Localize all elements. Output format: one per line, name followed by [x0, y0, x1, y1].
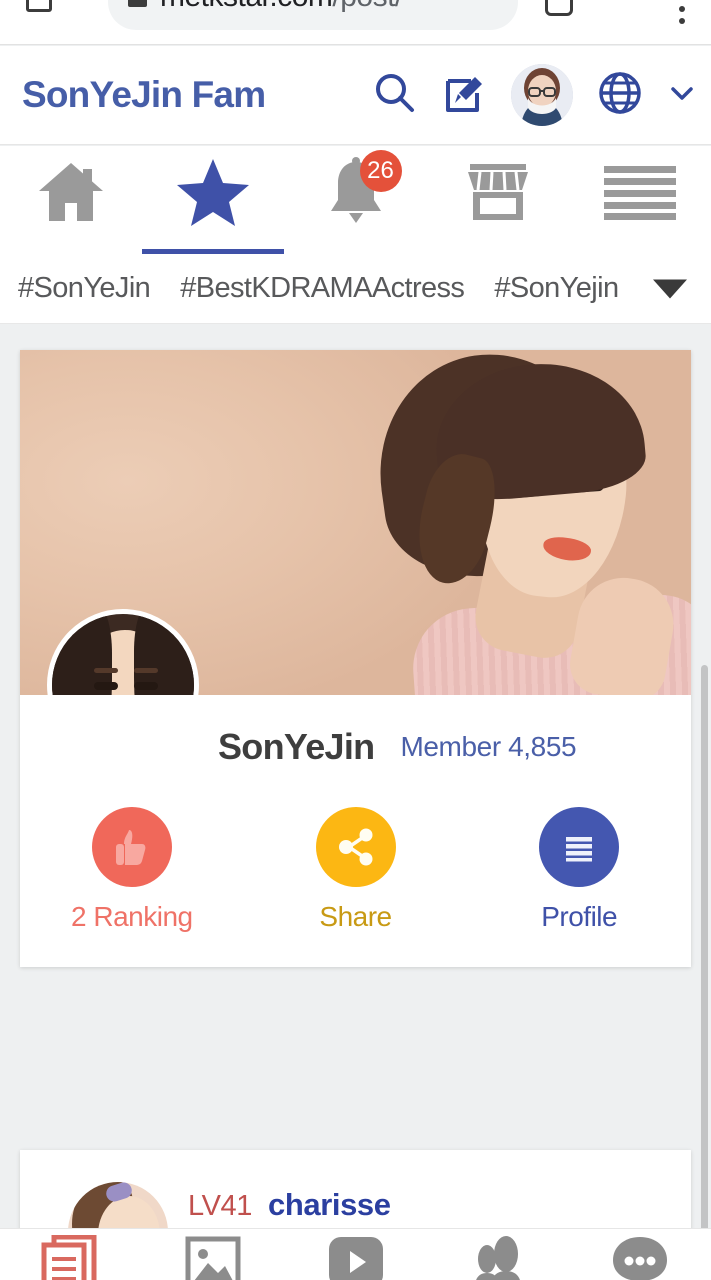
scrollbar-thumb[interactable]: [701, 665, 708, 1265]
tab-notifications[interactable]: 26: [284, 146, 426, 254]
bottom-nav-bar: [0, 1228, 711, 1280]
tab-favorites[interactable]: [142, 146, 285, 254]
list-lines-icon: [539, 807, 620, 887]
user-avatar[interactable]: [511, 64, 573, 126]
community-name: SonYeJin: [218, 726, 375, 767]
scrollbar-track[interactable]: [701, 665, 708, 1280]
store-icon: [462, 158, 534, 231]
lock-icon: [128, 0, 147, 7]
address-bar-url: metkstar.com/post/: [160, 0, 403, 14]
url-path: /post/: [332, 0, 403, 13]
ranking-button[interactable]: 2 Ranking: [20, 807, 244, 933]
profile-label: Profile: [541, 901, 618, 932]
bnav-photos[interactable]: [142, 1235, 284, 1280]
page-title: SonYeJin Fam: [22, 74, 266, 115]
hashtag-chip[interactable]: #SonYejin: [494, 272, 619, 305]
share-button[interactable]: Share: [244, 807, 468, 933]
tab-home[interactable]: [0, 146, 142, 254]
bnav-posts[interactable]: [0, 1234, 142, 1280]
search-icon[interactable]: [371, 69, 419, 122]
bnav-members[interactable]: [427, 1235, 569, 1280]
community-avatar[interactable]: [47, 609, 199, 695]
bnav-videos[interactable]: [284, 1235, 426, 1280]
notification-badge: 26: [359, 150, 402, 192]
url-host: metkstar.com: [160, 0, 333, 13]
member-level: LV41: [188, 1190, 252, 1222]
share-icon: [315, 807, 396, 887]
share-label: Share: [319, 901, 392, 932]
community-profile-card: SonYeJin Member 4,855 2 Ranking Share Pr…: [20, 350, 691, 967]
star-icon: [175, 156, 251, 233]
globe-icon[interactable]: [595, 68, 645, 123]
chevron-down-icon[interactable]: [667, 78, 697, 113]
hashtag-chip[interactable]: #SonYeJin: [18, 272, 151, 305]
image-icon: [184, 1235, 242, 1280]
hashtag-bar: #SonYeJin #BestKDRAMAActress #SonYejin: [0, 254, 711, 324]
thumbs-up-icon: [91, 807, 172, 887]
banner-portrait: [361, 350, 691, 695]
compose-icon[interactable]: [441, 69, 489, 122]
posts-icon: [40, 1234, 102, 1280]
tab-menu[interactable]: [569, 146, 711, 254]
ranking-label: 2 Ranking: [71, 901, 193, 932]
browser-toolbar: metkstar.com/post/: [0, 0, 711, 45]
video-play-icon: [325, 1235, 387, 1280]
content-scroll-area: SonYeJin Member 4,855 2 Ranking Share Pr…: [0, 325, 711, 1280]
primary-nav-tabs: 26: [0, 146, 711, 254]
community-banner-image: [20, 350, 691, 695]
tab-store[interactable]: [427, 146, 569, 254]
browser-tab-icon[interactable]: [26, 0, 52, 12]
member-count: Member 4,855: [400, 731, 577, 762]
people-icon: [469, 1235, 527, 1280]
member-meta: LV41 charisse: [188, 1187, 391, 1223]
caret-down-icon[interactable]: [653, 279, 687, 298]
bnav-chat[interactable]: [569, 1235, 711, 1280]
chat-bubble-icon: [609, 1235, 671, 1280]
hamburger-menu-icon: [602, 164, 678, 225]
app-header: SonYeJin Fam: [0, 46, 711, 145]
home-icon: [35, 159, 107, 230]
community-action-row: 2 Ranking Share Profile: [20, 799, 691, 967]
reload-icon[interactable]: [545, 0, 573, 16]
profile-button[interactable]: Profile: [467, 807, 691, 933]
header-actions: [371, 64, 697, 126]
hashtag-chip[interactable]: #BestKDRAMAActress: [180, 272, 465, 305]
member-name[interactable]: charisse: [268, 1187, 391, 1223]
app-root: metkstar.com/post/ SonYeJin Fam: [0, 0, 711, 1280]
community-info: SonYeJin Member 4,855: [20, 695, 691, 799]
